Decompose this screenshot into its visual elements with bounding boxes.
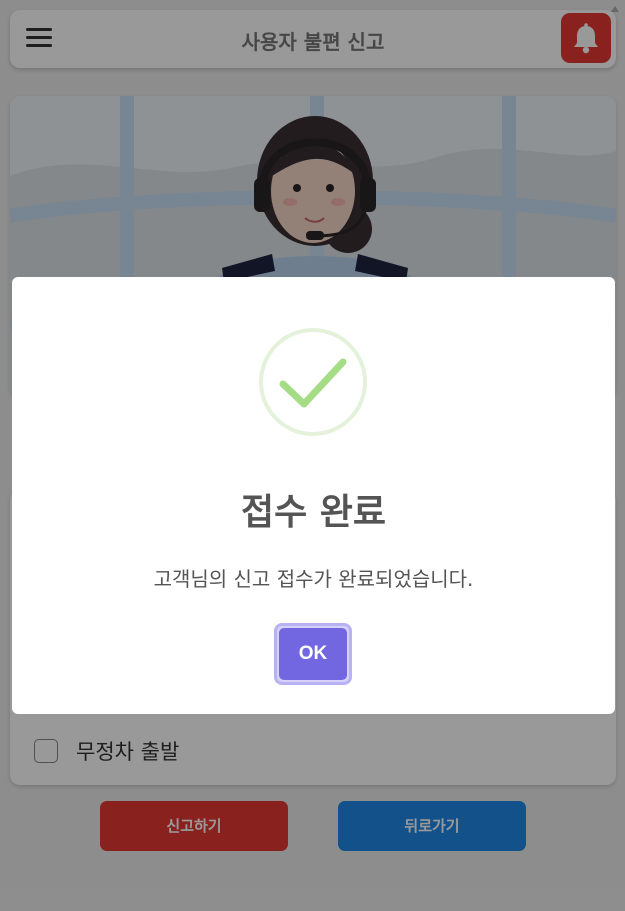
dialog-title: 접수 완료	[240, 492, 386, 533]
ok-button-focus-ring: OK	[274, 623, 352, 685]
success-dialog: 접수 완료 고객님의 신고 접수가 완료되었습니다. OK	[12, 277, 615, 714]
ok-button[interactable]: OK	[279, 628, 347, 680]
success-check-icon	[259, 328, 367, 436]
dialog-message: 고객님의 신고 접수가 완료되었습니다.	[153, 567, 474, 591]
scroll-up-icon	[611, 6, 619, 12]
